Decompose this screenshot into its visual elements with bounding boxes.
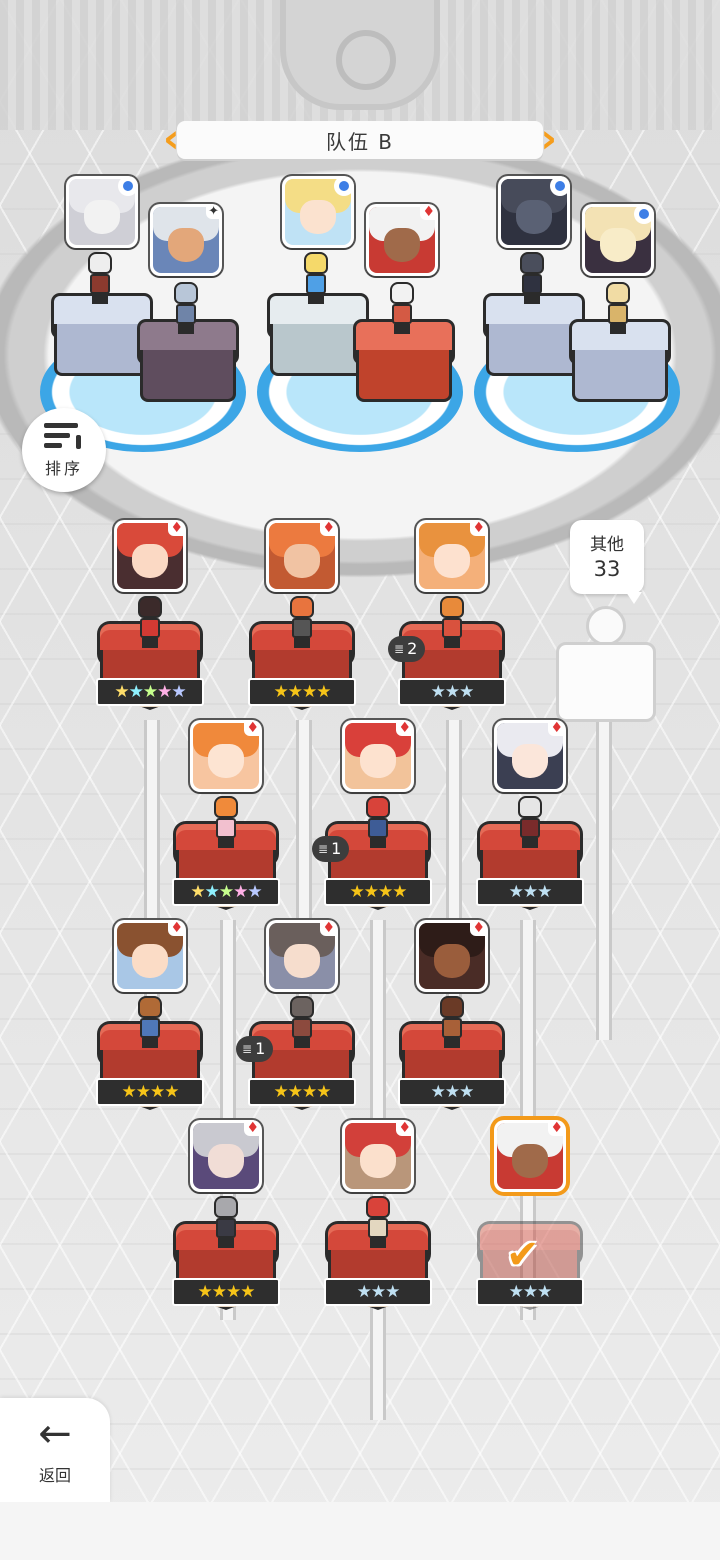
previous-team-chevron-icon[interactable]: ‹ bbox=[163, 117, 181, 163]
diamond-icon: ♦ bbox=[420, 204, 437, 220]
team-portrait-4[interactable]: ♦ bbox=[366, 204, 438, 276]
diamond-icon: ♦ bbox=[244, 1120, 261, 1136]
roster-sprite-7 bbox=[130, 996, 170, 1048]
back-button[interactable]: ← 返回 bbox=[0, 1398, 110, 1502]
sort-icon bbox=[44, 421, 84, 451]
duplicate-count-badge: ≣ 1 bbox=[236, 1036, 274, 1062]
support-pole bbox=[446, 720, 462, 1040]
support-pole bbox=[596, 720, 612, 1040]
team-pedestal-6[interactable] bbox=[572, 322, 668, 402]
others-label: 其他 bbox=[590, 535, 624, 555]
diamond-icon: ♦ bbox=[548, 720, 565, 736]
roster-sprite-5 bbox=[358, 796, 398, 848]
roster-portrait-witch[interactable]: ♦ bbox=[114, 520, 186, 592]
team-portrait-1[interactable] bbox=[66, 176, 138, 248]
stack-icon: ≣ bbox=[394, 642, 405, 656]
equipped-dot-icon bbox=[636, 206, 652, 222]
diamond-icon: ♦ bbox=[396, 720, 413, 736]
equipped-dot-icon bbox=[552, 178, 568, 194]
others-bubble[interactable]: 其他 33 bbox=[570, 520, 644, 604]
star-rating-3: ★★★ bbox=[476, 1278, 584, 1306]
team-pedestal-1[interactable] bbox=[54, 296, 150, 376]
roster-portrait-cheerful-girl[interactable]: ♦ bbox=[416, 520, 488, 592]
star-rating-4: ★★★★ bbox=[248, 1078, 356, 1106]
star-rating-3: ★★★ bbox=[398, 1078, 506, 1106]
team-sprite-dragon bbox=[512, 252, 552, 304]
support-pole bbox=[144, 720, 160, 1040]
others-pedestal[interactable] bbox=[556, 606, 656, 724]
equipped-dot-icon bbox=[336, 178, 352, 194]
roster-sprite-6 bbox=[510, 796, 550, 848]
duplicate-count-badge: ≣ 2 bbox=[388, 636, 426, 662]
diamond-icon: ♦ bbox=[320, 520, 337, 536]
diamond-icon: ♦ bbox=[168, 520, 185, 536]
roster-sprite-2 bbox=[282, 596, 322, 648]
roster-portrait-grey-mage[interactable]: ♦ bbox=[190, 1120, 262, 1192]
sort-button[interactable]: 排序 bbox=[22, 408, 106, 492]
diamond-icon: ♦ bbox=[470, 920, 487, 936]
roster-portrait-dark-fighter[interactable]: ♦ bbox=[416, 920, 488, 992]
team-pedestal-3[interactable] bbox=[270, 296, 366, 376]
team-sprite-mystic bbox=[382, 282, 422, 334]
star-rating-4: ★★★★ bbox=[172, 1278, 280, 1306]
roster-sprite-10 bbox=[206, 1196, 246, 1248]
star-rating-4: ★★★★ bbox=[96, 1078, 204, 1106]
star-rating-4: ★★★★ bbox=[324, 878, 432, 906]
team-sprite-wolf bbox=[80, 252, 120, 304]
roster-sprite-9 bbox=[432, 996, 472, 1048]
team-sprite-princess bbox=[296, 252, 336, 304]
duplicate-count-badge: ≣ 1 bbox=[312, 836, 350, 862]
team-portrait-3[interactable] bbox=[282, 176, 354, 248]
roster-portrait-selected-mystic[interactable]: ♦ bbox=[494, 1120, 566, 1192]
star-rating-3: ★★★ bbox=[476, 878, 584, 906]
roster-portrait-red-boy[interactable]: ♦ bbox=[342, 1120, 414, 1192]
team-portrait-2[interactable]: ✦ bbox=[150, 204, 222, 276]
roster-sprite-1 bbox=[130, 596, 170, 648]
team-pedestal-5[interactable] bbox=[486, 296, 582, 376]
equipped-dot-icon bbox=[120, 178, 136, 194]
diamond-icon: ♦ bbox=[396, 1120, 413, 1136]
diamond-icon: ♦ bbox=[548, 1120, 565, 1136]
star-rating-4: ★★★★ bbox=[248, 678, 356, 706]
star-rating-5: ★ ★ ★ ★ ★ bbox=[172, 878, 280, 906]
team-sprite-beast bbox=[598, 282, 638, 334]
roster-portrait-orange-girl[interactable]: ♦ bbox=[190, 720, 262, 792]
others-count: 33 bbox=[593, 557, 621, 581]
back-arrow-icon: ← bbox=[38, 1411, 72, 1457]
roster-sprite-11 bbox=[358, 1196, 398, 1248]
team-sprite-knight bbox=[166, 282, 206, 334]
team-portrait-5[interactable] bbox=[498, 176, 570, 248]
roster-portrait-hat-girl[interactable]: ♦ bbox=[266, 920, 338, 992]
roster-sprite-4 bbox=[206, 796, 246, 848]
roster-portrait-silver-girl[interactable]: ♦ bbox=[494, 720, 566, 792]
diamond-icon: ♦ bbox=[244, 720, 261, 736]
next-team-chevron-icon[interactable]: › bbox=[539, 117, 557, 163]
sort-button-label: 排序 bbox=[44, 459, 83, 478]
diamond-icon: ♦ bbox=[320, 920, 337, 936]
system-navigation-bar bbox=[0, 1502, 720, 1560]
back-button-label: 返回 bbox=[38, 1466, 71, 1485]
stack-icon: ≣ bbox=[318, 842, 329, 856]
star-rating-3: ★★★ bbox=[324, 1278, 432, 1306]
roster-sprite-3 bbox=[432, 596, 472, 648]
star-rating-5: ★ ★ ★ ★ ★ bbox=[96, 678, 204, 706]
sparkle-icon: ✦ bbox=[206, 204, 221, 219]
roster-portrait-brawler[interactable]: ♦ bbox=[266, 520, 338, 592]
support-pole bbox=[296, 720, 312, 1040]
roster-sprite-8 bbox=[282, 996, 322, 1048]
team-pedestal-4[interactable] bbox=[356, 322, 452, 402]
diamond-icon: ♦ bbox=[470, 520, 487, 536]
star-rating-3: ★★★ bbox=[398, 678, 506, 706]
stack-icon: ≣ bbox=[242, 1042, 253, 1056]
team-title: 队伍 B bbox=[325, 129, 395, 154]
roster-portrait-brown-boy[interactable]: ♦ bbox=[114, 920, 186, 992]
arena-emblem bbox=[280, 0, 440, 110]
team-selector: ‹ 队伍 B › bbox=[163, 117, 557, 163]
team-portrait-6[interactable] bbox=[582, 204, 654, 276]
team-pedestal-2[interactable] bbox=[140, 322, 236, 402]
diamond-icon: ♦ bbox=[168, 920, 185, 936]
roster-portrait-red-girl[interactable]: ♦ bbox=[342, 720, 414, 792]
selected-check-icon: ✔ bbox=[506, 1232, 540, 1278]
game-scene: ‹ 队伍 B › ✦ ♦ 排序 ★ ★ ★ ★ ★ ♦ ★★★★ ♦ ★★★ ♦… bbox=[0, 0, 720, 1560]
